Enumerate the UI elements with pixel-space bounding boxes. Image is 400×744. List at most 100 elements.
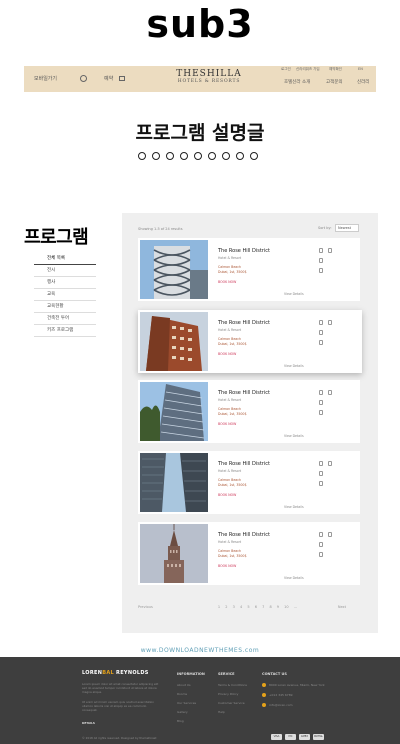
page-1[interactable]: 1 bbox=[218, 605, 220, 609]
view-details-link[interactable]: View Details bbox=[284, 576, 304, 580]
calendar-icon[interactable] bbox=[119, 76, 125, 81]
book-now-link[interactable]: BOOK NOW bbox=[218, 422, 236, 426]
view-details-link[interactable]: View Details bbox=[284, 434, 304, 438]
next-page-button[interactable]: Next bbox=[338, 605, 346, 609]
footer-link[interactable]: Customer Service bbox=[218, 701, 245, 705]
nav-contact[interactable]: 고객문의 bbox=[326, 79, 343, 85]
prev-page-button[interactable]: Previous bbox=[138, 605, 153, 609]
program-card[interactable]: The Rose Hill District Hotel & Resort Ca… bbox=[138, 238, 360, 301]
card-subtitle: Hotel & Resort bbox=[218, 328, 242, 332]
footer-link[interactable]: Privacy Policy bbox=[218, 692, 238, 696]
card-location: Calmon Beach bbox=[218, 478, 242, 482]
program-card[interactable]: The Rose Hill District Hotel & Resort Ca… bbox=[138, 380, 360, 443]
sidebar-item-event[interactable]: 행사 bbox=[34, 277, 96, 289]
footer-link[interactable]: Terms & Conditions bbox=[218, 683, 247, 687]
section-title: 프로그램 설명글 bbox=[135, 122, 265, 144]
footer-link[interactable]: Gallery bbox=[177, 710, 188, 714]
book-now-link[interactable]: BOOK NOW bbox=[218, 280, 236, 284]
visa-icon: VISA bbox=[271, 734, 282, 740]
nav-more[interactable]: 신라리 bbox=[357, 79, 369, 85]
bath-icon bbox=[328, 248, 332, 253]
building-image bbox=[140, 312, 208, 371]
sidebar-item-architecture-tour[interactable]: 건축전 투어 bbox=[34, 313, 96, 325]
program-card[interactable]: The Rose Hill District Hotel & Resort Ca… bbox=[138, 451, 360, 514]
page-10[interactable]: 10 bbox=[284, 605, 288, 609]
program-card[interactable]: The Rose Hill District Hotel & Resort Ca… bbox=[138, 522, 360, 585]
copyright: © 2018 All rights reserved. Designed by … bbox=[82, 736, 157, 740]
card-subtitle: Hotel & Resort bbox=[218, 469, 242, 473]
book-now-link[interactable]: BOOK NOW bbox=[218, 493, 236, 497]
search-icon[interactable] bbox=[80, 75, 87, 82]
program-label: 프로그램 bbox=[24, 227, 89, 248]
phone-icon bbox=[262, 693, 266, 697]
program-card[interactable]: The Rose Hill District Hotel & Resort Ca… bbox=[138, 310, 362, 373]
card-price: Dubai, 1st, 3500$ bbox=[218, 412, 247, 416]
page-8[interactable]: 8 bbox=[269, 605, 271, 609]
contact-email[interactable]: info@loren.com bbox=[269, 703, 293, 707]
dot bbox=[250, 152, 258, 160]
user-icon bbox=[319, 481, 323, 486]
footer: LORENBAL REYNOLDS Lorem ipsum dolor sit … bbox=[0, 657, 400, 744]
util-login[interactable]: 로그인 bbox=[281, 67, 291, 72]
sidebar-item-kids[interactable]: 키즈 프로그램 bbox=[34, 325, 96, 337]
mastercard-icon: MC bbox=[285, 734, 296, 740]
view-details-link[interactable]: View Details bbox=[284, 364, 304, 368]
page-6[interactable]: 6 bbox=[255, 605, 257, 609]
bath-icon bbox=[328, 532, 332, 537]
contact-heading: CONTACT US bbox=[262, 672, 287, 676]
wifi-icon bbox=[319, 542, 323, 547]
page-7[interactable]: 7 bbox=[262, 605, 264, 609]
footer-brand[interactable]: LORENBAL REYNOLDS bbox=[82, 670, 149, 676]
sort-label: Sort by: bbox=[318, 226, 332, 230]
sidebar-item-all[interactable]: 전체 목록 bbox=[34, 253, 96, 265]
card-title[interactable]: The Rose Hill District bbox=[218, 320, 270, 326]
book-now-link[interactable]: BOOK NOW bbox=[218, 564, 236, 568]
dot bbox=[166, 152, 174, 160]
card-title[interactable]: The Rose Hill District bbox=[218, 461, 270, 467]
card-title[interactable]: The Rose Hill District bbox=[218, 390, 270, 396]
footer-link[interactable]: Our Services bbox=[177, 701, 196, 705]
page-9[interactable]: 9 bbox=[277, 605, 279, 609]
brand-part: LOREN bbox=[82, 670, 103, 676]
details-link[interactable]: DETAILS bbox=[82, 721, 162, 725]
sort-select[interactable]: Newest bbox=[335, 224, 359, 232]
view-details-link[interactable]: View Details bbox=[284, 505, 304, 509]
reservation-link[interactable]: 예약 bbox=[104, 75, 113, 82]
card-title[interactable]: The Rose Hill District bbox=[218, 532, 270, 538]
logo[interactable]: THESHILLA HOTELS & RESORTS bbox=[164, 69, 254, 84]
dot bbox=[138, 152, 146, 160]
info-heading: INFORMATION bbox=[177, 672, 205, 676]
footer-link[interactable]: Rooms bbox=[177, 692, 187, 696]
footer-link[interactable]: Blog bbox=[177, 719, 184, 723]
util-join[interactable]: 신라리워즈 가입 bbox=[296, 67, 320, 72]
sidebar-item-exhibition[interactable]: 전시 bbox=[34, 265, 96, 277]
page-2[interactable]: 2 bbox=[225, 605, 227, 609]
page-5[interactable]: 5 bbox=[247, 605, 249, 609]
dot bbox=[236, 152, 244, 160]
mobile-link[interactable]: 모바일가기 bbox=[34, 75, 57, 82]
user-icon bbox=[319, 552, 323, 557]
footer-link[interactable]: About Us bbox=[177, 683, 191, 687]
building-image bbox=[140, 240, 208, 299]
util-lang[interactable]: EN bbox=[358, 67, 363, 71]
bath-icon bbox=[328, 390, 332, 395]
user-icon bbox=[319, 268, 323, 273]
footer-link[interactable]: Help bbox=[218, 710, 225, 714]
location-icon bbox=[262, 683, 266, 687]
card-subtitle: Hotel & Resort bbox=[218, 256, 242, 260]
card-subtitle: Hotel & Resort bbox=[218, 398, 242, 402]
view-details-link[interactable]: View Details bbox=[284, 292, 304, 296]
nav-about[interactable]: 호텔신라 소개 bbox=[284, 79, 310, 85]
util-booking[interactable]: 예약확인 bbox=[329, 67, 342, 72]
bed-icon bbox=[319, 320, 323, 325]
dot bbox=[194, 152, 202, 160]
dots-divider bbox=[138, 152, 258, 160]
page-3[interactable]: 3 bbox=[233, 605, 235, 609]
contact-phone: +012 345 6789 bbox=[269, 693, 293, 697]
sidebar-item-education-status[interactable]: 교육현황 bbox=[34, 301, 96, 313]
book-now-link[interactable]: BOOK NOW bbox=[218, 352, 236, 356]
card-title[interactable]: The Rose Hill District bbox=[218, 248, 270, 254]
page-4[interactable]: 4 bbox=[240, 605, 242, 609]
card-location: Calmon Beach bbox=[218, 549, 242, 553]
sidebar-item-education[interactable]: 교육 bbox=[34, 289, 96, 301]
